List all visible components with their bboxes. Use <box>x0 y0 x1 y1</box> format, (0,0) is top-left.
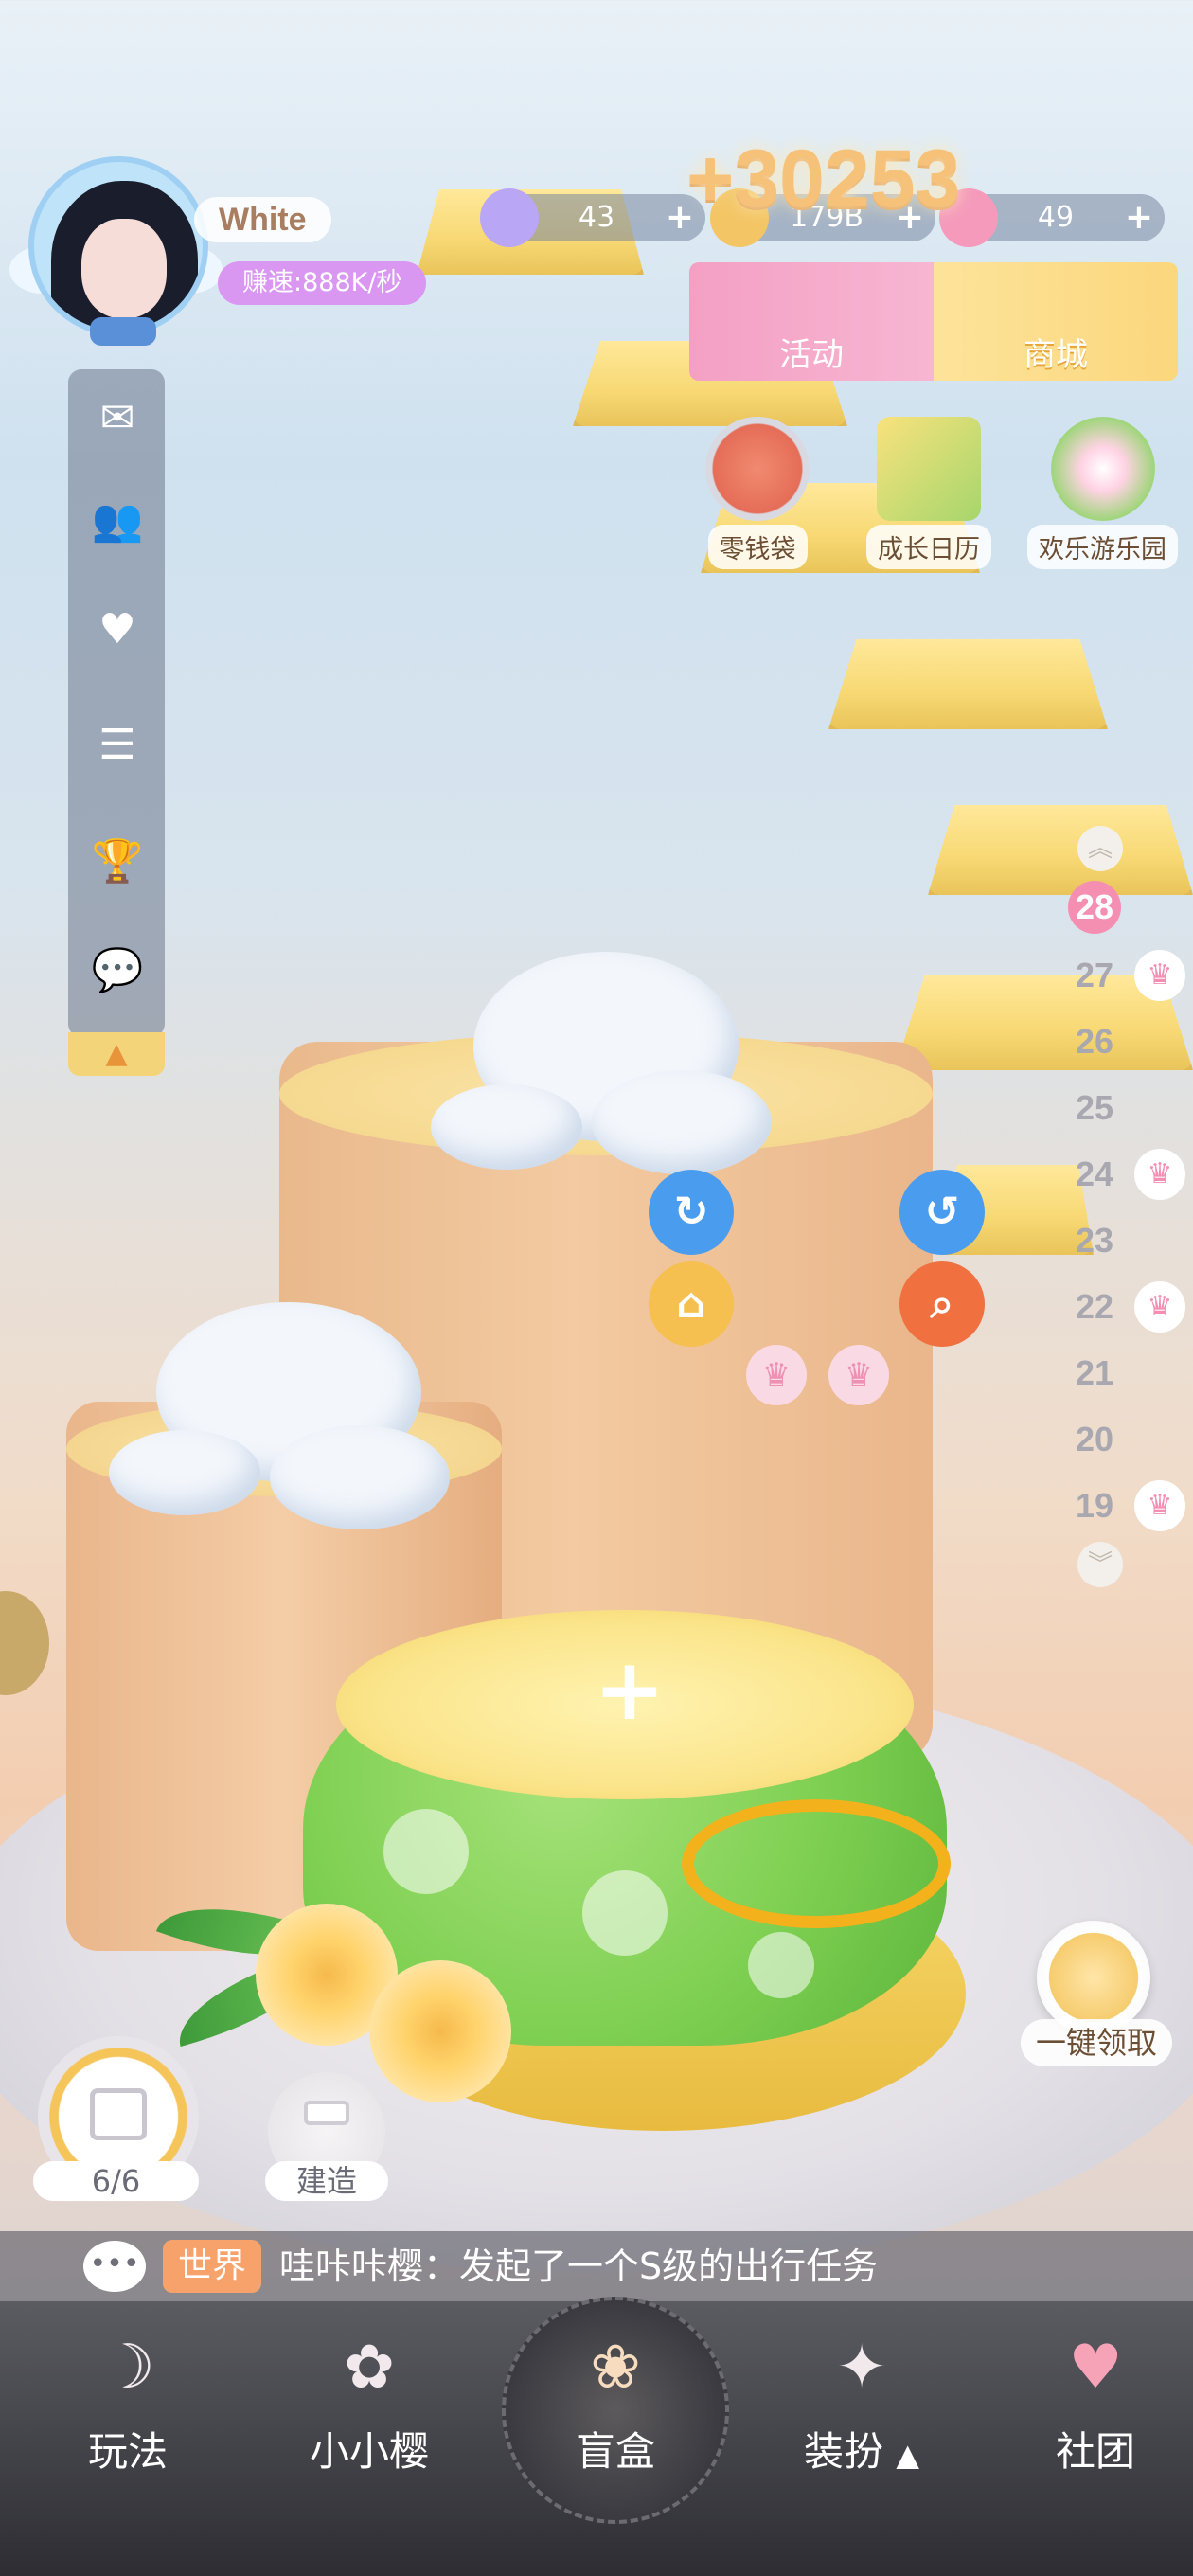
floor-scroll-up-button[interactable]: ︽ <box>1077 826 1123 871</box>
trophy-icon[interactable]: 🏆 <box>89 833 146 890</box>
floor-marker-icon: ♛ <box>1134 1149 1185 1200</box>
friends-icon[interactable]: 👥 <box>89 492 146 549</box>
player-name[interactable]: White <box>194 197 331 242</box>
floor-item[interactable]: 27 <box>1066 952 1123 999</box>
shop-label: 商城 <box>1024 336 1088 374</box>
floating-platform <box>928 805 1193 895</box>
bow-icon <box>90 317 156 346</box>
club-cup-icon: ♥ <box>1068 2333 1123 2403</box>
paint-roller-icon <box>304 2101 349 2125</box>
dress-up-icon: ✦ <box>836 2333 887 2403</box>
store-button[interactable]: ⌂ <box>649 1261 734 1347</box>
sidebar-collapse-button[interactable]: ▲ <box>68 1032 165 1076</box>
floor-item[interactable]: 23 <box>1066 1217 1123 1264</box>
avatar-face <box>81 219 167 318</box>
blind-box-icon: ❀ <box>590 2333 641 2403</box>
crown-icon[interactable]: ♛ <box>746 1345 807 1405</box>
paw-pattern <box>582 1870 668 1956</box>
nav-little-sakura[interactable]: ✿ 小小樱 <box>284 2325 454 2478</box>
nav-gameplay[interactable]: ☽ 玩法 <box>43 2325 213 2478</box>
card-icon: ☽ <box>100 2333 155 2403</box>
amusement-park-label: 欢乐游乐园 <box>1027 525 1178 569</box>
cloud-decoration <box>592 1070 772 1174</box>
floor-marker-icon: ♛ <box>1134 1480 1185 1531</box>
paw-pattern <box>383 1809 469 1894</box>
chat-channel-tag: 世界 <box>163 2240 261 2293</box>
purse-icon <box>705 417 810 521</box>
currency-snowflake-value: 43 <box>578 201 615 234</box>
floor-item[interactable]: 21 <box>1066 1350 1123 1397</box>
floor-marker-icon: ♛ <box>1134 950 1185 1001</box>
lily-flower <box>369 1960 511 2102</box>
floor-current[interactable]: 28 <box>1068 881 1121 934</box>
left-sidebar: ✉ 👥 ♥ ☰ 🏆 💬 <box>68 369 165 1037</box>
nav-club[interactable]: ♥ 社团 <box>1010 2325 1181 2478</box>
target-ring[interactable] <box>682 1799 951 1928</box>
claim-all-button[interactable] <box>1037 1921 1150 2034</box>
notice-icon[interactable]: ☰ <box>89 717 146 774</box>
sakura-icon: ✿ <box>344 2333 395 2403</box>
ferris-wheel-icon <box>1050 417 1155 521</box>
floor-item[interactable]: 26 <box>1066 1018 1123 1065</box>
nav-blind-box-label: 盲盒 <box>575 2428 655 2475</box>
floor-marker-icon: ♛ <box>1134 1281 1185 1333</box>
nav-club-label: 社团 <box>1055 2428 1135 2475</box>
snowflake-icon <box>480 188 539 247</box>
floor-item[interactable]: 19 <box>1066 1482 1123 1530</box>
gift-count: 6/6 <box>33 2161 199 2201</box>
floor-scroll-down-button[interactable]: ︾ <box>1077 1542 1123 1587</box>
calendar-icon <box>877 417 981 521</box>
nav-little-sakura-label: 小小樱 <box>309 2428 429 2475</box>
build-label[interactable]: 建造 <box>265 2161 388 2201</box>
nav-gameplay-label: 玩法 <box>87 2428 168 2475</box>
currency-star-value: 49 <box>1037 201 1075 234</box>
calendar-label: 成长日历 <box>866 525 991 569</box>
floating-platform <box>828 639 1108 729</box>
avatar[interactable] <box>28 156 208 336</box>
floor-item[interactable]: 20 <box>1066 1416 1123 1463</box>
shop-button[interactable]: 商城 <box>934 262 1178 381</box>
amusement-park-entry[interactable]: 欢乐游乐园 <box>1027 417 1178 569</box>
currency-star[interactable]: 49 + <box>939 188 1165 247</box>
nav-blind-box[interactable]: ❀ 盲盒 <box>530 2325 701 2478</box>
calendar-entry[interactable]: 成长日历 <box>866 417 991 569</box>
caret-up-icon: ▲ <box>896 2437 919 2473</box>
nav-dress-up-label: 装扮 <box>804 2428 884 2475</box>
cloud-decoration <box>431 1084 582 1170</box>
cloud-decoration <box>270 1425 450 1530</box>
chat-bubble-icon[interactable]: ••• <box>83 2241 146 2292</box>
inspect-button[interactable]: ⌕ <box>899 1261 985 1347</box>
chat-icon[interactable]: 💬 <box>89 942 146 999</box>
crown-icon[interactable]: ♛ <box>828 1345 889 1405</box>
chat-message: 哇咔咔樱：发起了一个S级的出行任务 <box>279 2245 879 2287</box>
nav-dress-up-label-row: 装扮 ▲ <box>776 2420 947 2478</box>
earn-speed: 赚速:888K/秒 <box>218 261 427 305</box>
mail-icon[interactable]: ✉ <box>89 390 146 447</box>
paw-pattern <box>748 1932 814 1998</box>
gift-icon <box>90 2088 147 2140</box>
purse-entry[interactable]: 零钱袋 <box>705 417 810 569</box>
currency-snowflake[interactable]: 43 + <box>480 188 705 247</box>
rotate-left-button[interactable]: ↻ <box>649 1170 734 1255</box>
plus-mark-icon[interactable]: + <box>568 1648 691 1733</box>
pet-icon[interactable]: ♥ <box>89 601 146 658</box>
purse-label: 零钱袋 <box>707 525 808 569</box>
claim-all-label[interactable]: 一键领取 <box>1021 2019 1172 2066</box>
activity-label: 活动 <box>779 336 844 374</box>
floor-item[interactable]: 25 <box>1066 1084 1123 1132</box>
floor-item[interactable]: 24 <box>1066 1151 1123 1198</box>
add-star-button[interactable]: + <box>1125 194 1153 242</box>
rotate-right-button[interactable]: ↺ <box>899 1170 985 1255</box>
nav-dress-up[interactable]: ✦ 装扮 ▲ <box>776 2325 947 2478</box>
activity-button[interactable]: 活动 <box>689 262 934 381</box>
floor-item[interactable]: 22 <box>1066 1283 1123 1331</box>
coin-bonus-popup: +30253 <box>686 134 961 224</box>
side-eye-tab[interactable] <box>0 1591 49 1695</box>
cloud-decoration <box>109 1430 260 1515</box>
